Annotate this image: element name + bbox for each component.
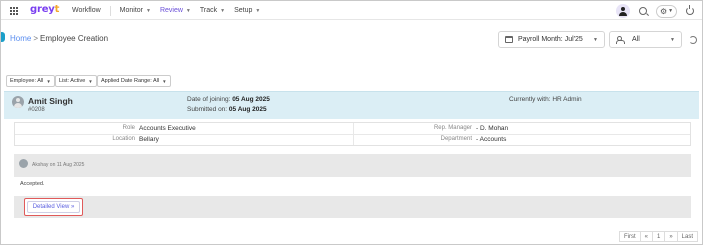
chevron-down-icon: ▼ bbox=[670, 36, 675, 43]
top-navbar: greyt Workflow Monitor ▼ Review ▼ Track ▼ S… bbox=[1, 1, 702, 20]
breadcrumb: Home > Employee Creation bbox=[10, 34, 109, 43]
pagination-next[interactable]: » bbox=[665, 232, 678, 241]
chevron-down-icon: ▼ bbox=[668, 8, 674, 14]
breadcrumb-home[interactable]: Home bbox=[10, 34, 31, 43]
role-value: Accounts Executive bbox=[139, 125, 196, 132]
comment-box: Akshay on 11 Aug 2025 bbox=[14, 154, 691, 177]
app-window: greyt Workflow Monitor ▼ Review ▼ Track ▼ S… bbox=[0, 0, 703, 245]
nav-monitor[interactable]: Monitor ▼ bbox=[120, 7, 151, 14]
chevron-down-icon: ▼ bbox=[593, 36, 598, 43]
detailed-view-bar bbox=[14, 196, 691, 218]
main-nav: Workflow Monitor ▼ Review ▼ Track ▼ Setup ▼ bbox=[72, 1, 269, 20]
currently-with: Currently with: HR Admin bbox=[509, 96, 582, 103]
nav-divider bbox=[109, 5, 111, 16]
pagination-page[interactable]: 1 bbox=[653, 232, 666, 241]
detailed-view-highlight: Detailed View » bbox=[24, 198, 83, 216]
manager-value: - D. Mohan bbox=[476, 125, 509, 132]
employee-avatar bbox=[12, 96, 24, 108]
topbar-actions: ⚙ ▼ bbox=[616, 3, 694, 19]
employee-name: Amit Singh bbox=[28, 96, 73, 106]
comment-text: Accepted. bbox=[20, 181, 45, 187]
employee-details: Role Accounts Executive Rep. Manager - D… bbox=[14, 122, 691, 146]
breadcrumb-current: Employee Creation bbox=[40, 34, 109, 43]
chevron-down-icon: ▼ bbox=[220, 7, 226, 14]
nav-setup[interactable]: Setup ▼ bbox=[234, 7, 260, 14]
submitted-on: Submitted on: 05 Aug 2025 bbox=[187, 106, 267, 113]
department-value: - Accounts bbox=[476, 136, 507, 143]
chevron-down-icon: ▼ bbox=[255, 7, 261, 14]
history-icon[interactable] bbox=[689, 36, 697, 44]
app-grid-icon[interactable] bbox=[10, 7, 18, 15]
nav-track[interactable]: Track ▼ bbox=[200, 7, 225, 14]
side-panel-tab[interactable] bbox=[1, 32, 5, 42]
scope-select[interactable]: All ▼ bbox=[609, 31, 682, 48]
chevron-down-icon: ▼ bbox=[185, 7, 191, 14]
settings-menu[interactable]: ⚙ ▼ bbox=[656, 4, 677, 18]
commenter-avatar bbox=[19, 159, 28, 168]
calendar-icon bbox=[505, 36, 513, 43]
divider bbox=[353, 123, 354, 145]
pagination-last[interactable]: Last bbox=[678, 232, 697, 241]
power-icon[interactable] bbox=[686, 5, 694, 15]
comment-author: Akshay on 11 Aug 2025 bbox=[32, 162, 85, 168]
role-label: Role bbox=[122, 125, 135, 131]
pagination: First « 1 » Last bbox=[618, 231, 698, 242]
search-icon[interactable] bbox=[639, 7, 647, 15]
chevron-down-icon: ▼ bbox=[146, 7, 151, 14]
chevron-down-icon: ▼ bbox=[88, 78, 93, 84]
greyt-logo[interactable]: greyt bbox=[30, 4, 59, 15]
payroll-month-select[interactable]: Payroll Month: Jul'25 ▼ bbox=[498, 31, 605, 48]
nav-review[interactable]: Review ▼ bbox=[160, 7, 191, 14]
chevron-down-icon: ▼ bbox=[46, 78, 51, 84]
employee-card[interactable]: Amit Singh #0208 Date of joining: 05 Aug… bbox=[4, 91, 699, 119]
list-filter[interactable]: List: Active ▼ bbox=[55, 75, 97, 87]
user-avatar[interactable] bbox=[616, 4, 630, 18]
manager-label: Rep. Manager bbox=[433, 125, 472, 131]
employee-id: #0208 bbox=[28, 107, 45, 113]
department-label: Department bbox=[440, 136, 472, 142]
gear-icon: ⚙ bbox=[659, 6, 668, 16]
nav-workflow[interactable]: Workflow bbox=[72, 7, 101, 14]
pagination-prev[interactable]: « bbox=[641, 232, 653, 241]
date-of-joining: Date of joining: 05 Aug 2025 bbox=[187, 96, 270, 103]
chevron-down-icon: ▼ bbox=[162, 78, 167, 84]
users-icon bbox=[616, 36, 626, 44]
detailed-view-button[interactable]: Detailed View » bbox=[26, 201, 81, 213]
employee-filter[interactable]: Employee: All ▼ bbox=[6, 75, 55, 87]
location-label: Location bbox=[112, 136, 135, 142]
pagination-first[interactable]: First bbox=[620, 232, 641, 241]
location-value: Bellary bbox=[139, 136, 159, 143]
date-range-filter[interactable]: Applied Date Range: All ▼ bbox=[97, 75, 171, 87]
